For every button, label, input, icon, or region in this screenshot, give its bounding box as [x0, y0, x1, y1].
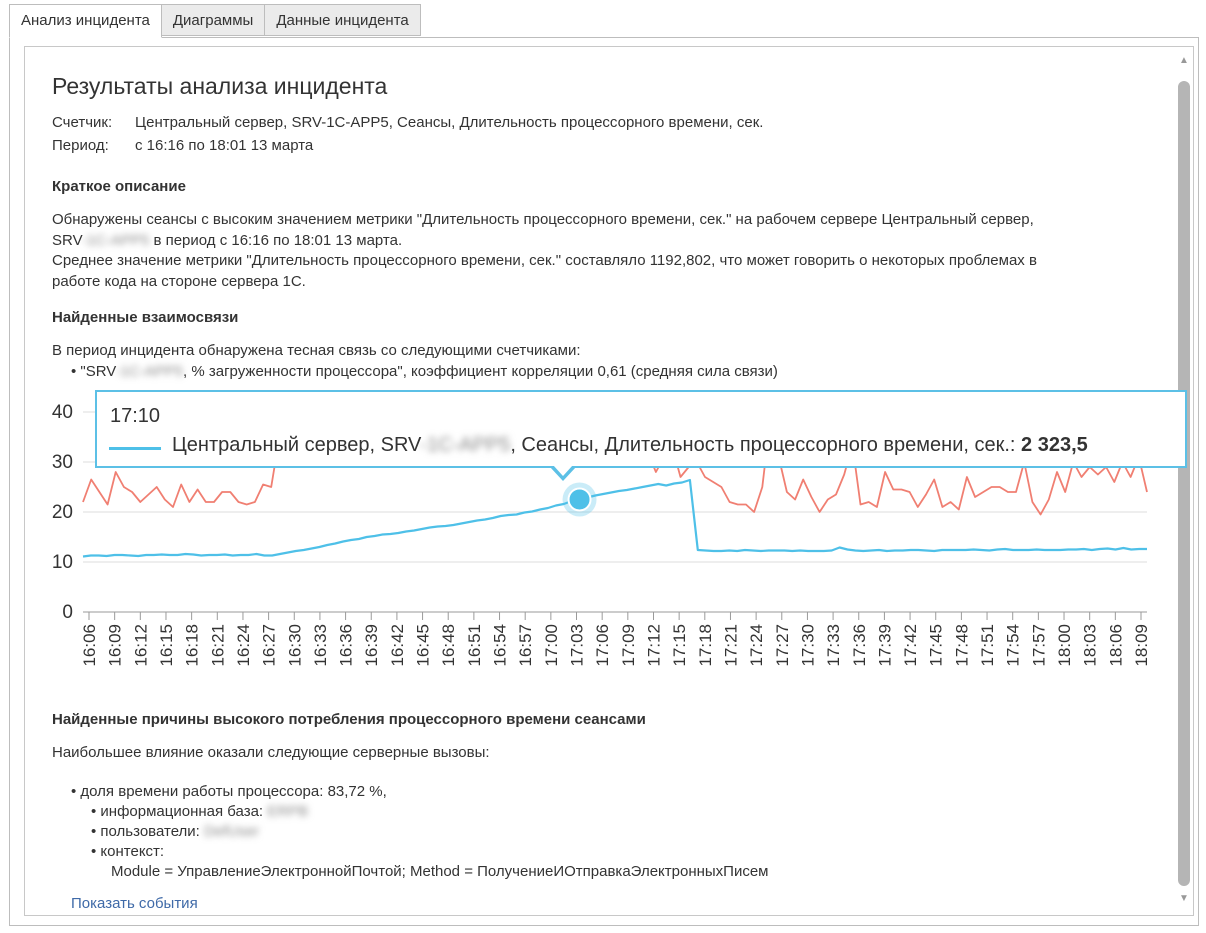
x-tick-label: 16:42 [388, 624, 407, 667]
x-tick-label: 16:57 [516, 624, 535, 667]
x-tick-label: 17:51 [978, 624, 997, 667]
x-tick-label: 18:06 [1106, 624, 1125, 667]
page-title: Результаты анализа инцидента [52, 73, 388, 99]
x-tick-label: 16:54 [491, 624, 510, 667]
x-tick-label: 16:06 [80, 624, 99, 667]
x-tick-label: 17:54 [1004, 624, 1023, 667]
period-label: Период: [52, 137, 109, 154]
x-tick-label: 17:18 [696, 624, 715, 667]
relations-item: • "SRV-1C-APP5, % загруженности процессо… [71, 363, 778, 380]
y-tick-label: 0 [62, 602, 73, 623]
x-tick-label: 16:21 [208, 624, 227, 667]
redacted-server-name: -1C-APP5 [115, 363, 184, 380]
x-tick-label: 17:30 [798, 624, 817, 667]
x-tick-label: 16:51 [465, 624, 484, 667]
x-tick-label: 17:15 [670, 624, 689, 667]
x-tick-label: 17:00 [542, 624, 561, 667]
y-tick-label: 30 [52, 452, 73, 473]
summary-line-2: SRV-1C-APP5 в период с 16:16 по 18:01 13… [52, 232, 403, 249]
x-tick-label: 16:15 [157, 624, 176, 667]
tooltip-pointer-inner [553, 465, 573, 476]
report-panel: Результаты анализа инцидента Счетчик: Це… [24, 46, 1194, 916]
x-tick-label: 18:00 [1055, 624, 1074, 667]
causes-intro: Наибольшее влияние оказали следующие сер… [52, 744, 490, 761]
x-tick-label: 16:18 [183, 624, 202, 667]
x-tick-label: 17:48 [952, 624, 971, 667]
summary-line-1: Обнаружены сеансы с высоким значением ме… [52, 211, 1034, 228]
relations-heading: Найденные взаимосвязи [52, 309, 239, 326]
tooltip-series-swatch [109, 447, 161, 450]
counter-label: Счетчик: [52, 114, 113, 131]
vertical-scrollbar[interactable]: ▲ ▼ [1175, 47, 1193, 915]
tooltip-value: 2 323,5 [1021, 434, 1088, 456]
counter-value: Центральный сервер, SRV-1C-APP5, Сеансы,… [135, 114, 764, 131]
show-events-link[interactable]: Показать события [71, 895, 198, 912]
x-tick-label: 17:06 [593, 624, 612, 667]
tab-incident-data[interactable]: Данные инцидента [265, 4, 421, 36]
x-tick-label: 16:33 [311, 624, 330, 667]
causes-heading: Найденные причины высокого потребления п… [52, 711, 646, 728]
x-tick-label: 16:12 [131, 624, 150, 667]
tooltip-series-text: Центральный сервер, SRV-1C-APP5, Сеансы,… [172, 434, 1088, 456]
x-tick-label: 18:03 [1081, 624, 1100, 667]
y-tick-label: 10 [52, 552, 73, 573]
x-tick-label: 17:36 [850, 624, 869, 667]
y-tick-label: 40 [52, 402, 73, 423]
sessions-series-line [82, 478, 1147, 558]
chart-tooltip: 17:10 Центральный сервер, SRV-1C-APP5, С… [95, 390, 1187, 468]
x-tick-label: 17:09 [619, 624, 638, 667]
x-tick-label: 17:39 [875, 624, 894, 667]
scroll-up-arrow-icon[interactable]: ▲ [1178, 55, 1190, 67]
users-line: • пользователи: DefUser [91, 823, 260, 840]
redacted-user: DefUser [204, 823, 260, 840]
scrollbar-thumb[interactable] [1178, 81, 1190, 886]
x-tick-label: 17:33 [824, 624, 843, 667]
x-tick-label: 18:09 [1132, 624, 1151, 667]
x-tick-label: 17:42 [901, 624, 920, 667]
tab-bar: Анализ инцидента Диаграммы Данные инциде… [9, 4, 421, 38]
x-tick-label: 16:09 [106, 624, 125, 667]
x-tick-label: 17:27 [773, 624, 792, 667]
x-tick-label: 16:27 [260, 624, 279, 667]
x-tick-label: 16:39 [362, 624, 381, 667]
x-tick-label: 17:03 [568, 624, 587, 667]
period-value: с 16:16 по 18:01 13 марта [135, 137, 314, 154]
summary-line-4: работе кода на стороне сервера 1С. [52, 273, 306, 290]
x-tick-label: 17:24 [747, 624, 766, 667]
relations-intro: В период инцидента обнаружена тесная свя… [52, 342, 581, 359]
x-tick-label: 17:21 [721, 624, 740, 667]
x-tick-label: 16:48 [439, 624, 458, 667]
context-label: • контекст: [91, 843, 165, 860]
y-tick-label: 20 [52, 502, 73, 523]
tab-content-frame: Результаты анализа инцидента Счетчик: Це… [9, 37, 1199, 926]
tab-incident-analysis[interactable]: Анализ инцидента [9, 4, 162, 38]
x-tick-label: 17:12 [644, 624, 663, 667]
context-value: Module = УправлениеЭлектроннойПочтой; Me… [111, 863, 769, 880]
cpu-share: • доля времени работы процессора: 83,72 … [71, 783, 387, 800]
tooltip-time: 17:10 [110, 405, 161, 427]
x-tick-label: 16:30 [285, 624, 304, 667]
redacted-server-name: -1C-APP5 [81, 232, 150, 249]
x-tick-label: 17:45 [927, 624, 946, 667]
scroll-down-arrow-icon[interactable]: ▼ [1178, 893, 1190, 905]
summary-line-3: Среднее значение метрики "Длительность п… [52, 252, 1037, 269]
x-tick-label: 16:45 [414, 624, 433, 667]
infobase-line: • информационная база: ERPB [91, 803, 309, 820]
summary-heading: Краткое описание [52, 178, 186, 195]
highlight-point [567, 487, 592, 512]
redacted-server-name: -1C-APP5 [420, 434, 511, 456]
x-tick-label: 17:57 [1029, 624, 1048, 667]
tab-diagrams[interactable]: Диаграммы [161, 4, 266, 36]
redacted-infobase: ERPB [267, 803, 309, 820]
x-tick-label: 16:36 [337, 624, 356, 667]
x-tick-label: 16:24 [234, 624, 253, 667]
